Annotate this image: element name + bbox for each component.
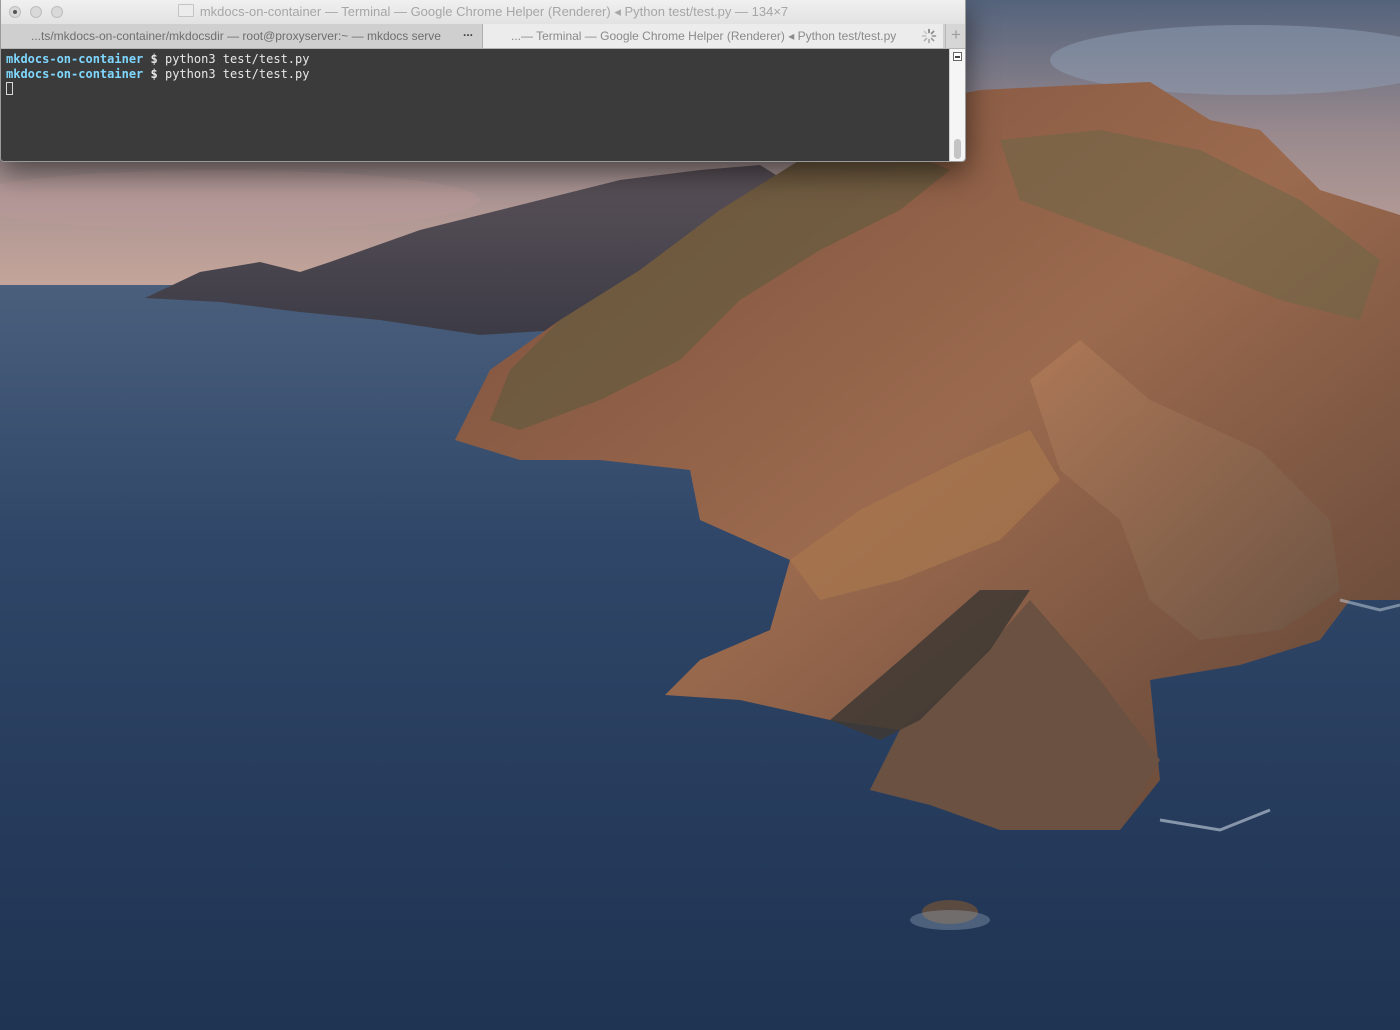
window-titlebar[interactable]: mkdocs-on-container — Terminal — Google … (1, 0, 965, 25)
prompt-host: mkdocs-on-container (6, 67, 144, 81)
tab-mkdocs-serve[interactable]: ...ts/mkdocs-on-container/mkdocsdir — ro… (1, 24, 483, 48)
tab-python-test[interactable]: ...— Terminal — Google Chrome Helper (Re… (483, 24, 943, 48)
folder-icon (177, 4, 194, 17)
vertical-scrollbar[interactable] (949, 49, 965, 161)
split-pane-icon[interactable] (953, 52, 962, 61)
new-tab-button[interactable]: + (945, 24, 965, 48)
scrollbar-thumb[interactable] (954, 139, 961, 159)
prompt-host: mkdocs-on-container (6, 52, 144, 66)
command-text: python3 test/test.py (164, 52, 310, 66)
activity-spinner-icon (921, 28, 937, 44)
terminal-window[interactable]: mkdocs-on-container — Terminal — Google … (0, 0, 966, 162)
tab-label: ...ts/mkdocs-on-container/mkdocsdir — ro… (31, 29, 441, 43)
command-text: python3 test/test.py (164, 67, 310, 81)
tab-bar: ...ts/mkdocs-on-container/mkdocsdir — ro… (1, 24, 965, 49)
terminal-line: mkdocs-on-container $ python3 test/test.… (6, 52, 949, 67)
window-title: mkdocs-on-container — Terminal — Google … (1, 4, 965, 20)
prompt-symbol: $ (150, 52, 158, 66)
terminal-output[interactable]: mkdocs-on-container $ python3 test/test.… (1, 49, 949, 161)
window-title-text: mkdocs-on-container — Terminal — Google … (199, 4, 789, 19)
tab-label: ...— Terminal — Google Chrome Helper (Re… (511, 29, 897, 43)
tab-overflow-indicator: ... (463, 25, 474, 39)
terminal-line (6, 82, 949, 97)
terminal-line: mkdocs-on-container $ python3 test/test.… (6, 67, 949, 82)
text-cursor (6, 82, 13, 95)
prompt-symbol: $ (150, 67, 158, 81)
